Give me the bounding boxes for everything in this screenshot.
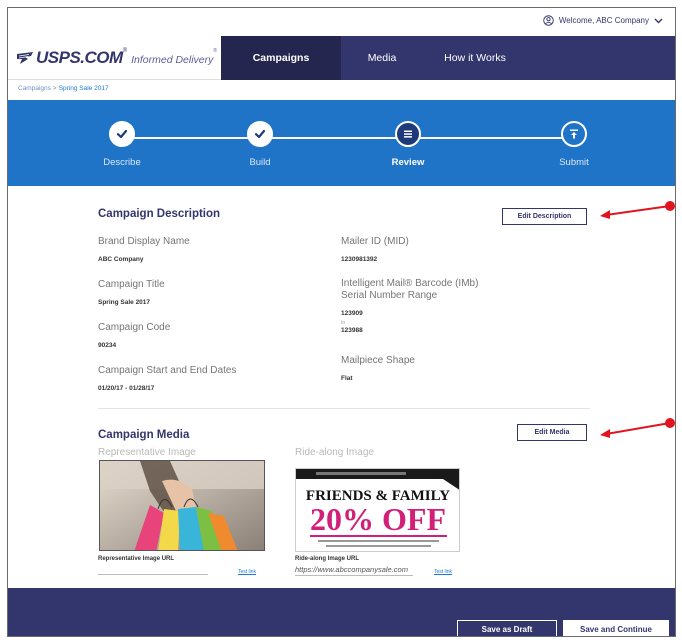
step-build-label: Build — [249, 157, 271, 168]
breadcrumb-separator: > — [52, 85, 57, 92]
nav-media[interactable]: Media — [341, 36, 423, 80]
upload-icon — [570, 129, 578, 139]
edit-description-button[interactable]: Edit Description — [502, 208, 587, 225]
ride-along-test-link[interactable]: Test link — [434, 569, 452, 575]
welcome-text: Welcome, ABC Company — [558, 16, 649, 25]
step-submit-label: Submit — [559, 157, 589, 168]
mailer-id-value: 1230981392 — [341, 256, 378, 263]
usps-logo[interactable]: USPS.COM ® Informed Delivery ® — [16, 48, 217, 68]
list-icon — [404, 130, 412, 138]
nav-campaigns[interactable]: Campaigns — [221, 36, 341, 80]
account-menu[interactable]: Welcome, ABC Company — [543, 15, 663, 26]
main-nav: Campaigns Media How it Works — [221, 36, 675, 80]
step-describe-label: Describe — [103, 157, 141, 168]
annotation-arrow-description — [600, 201, 675, 219]
ride-along-url-value[interactable]: https://www.abccompanysale.com — [295, 565, 408, 574]
step-review-circle — [395, 121, 421, 147]
stepper-line — [128, 137, 585, 139]
imb-to-value: 123988 — [341, 327, 363, 334]
representative-url-label: Representative Image URL — [98, 556, 175, 562]
check-icon — [116, 129, 128, 139]
ad-headline-2: 20% OFF — [310, 501, 446, 537]
imb-from-value: 123909 — [341, 310, 363, 317]
brand-name-value: ABC Company — [98, 256, 144, 263]
check-icon — [254, 129, 266, 139]
logo-reg: ® — [122, 48, 128, 54]
utility-bar: Welcome, ABC Company — [8, 8, 675, 36]
campaign-description-title: Campaign Description — [98, 208, 221, 220]
step-describe[interactable]: Describe — [82, 121, 162, 168]
campaign-title-label: Campaign Title — [98, 279, 165, 290]
breadcrumb-root[interactable]: Campaigns — [18, 85, 51, 92]
user-icon — [543, 15, 554, 26]
step-build-circle — [247, 121, 273, 147]
campaign-code-value: 90234 — [98, 342, 117, 349]
step-build[interactable]: Build — [220, 121, 300, 168]
campaign-dates-label: Campaign Start and End Dates — [98, 365, 237, 376]
representative-image-label: Representative Image — [98, 447, 196, 458]
campaign-code-label: Campaign Code — [98, 322, 171, 333]
logo-product: Informed Delivery — [131, 54, 214, 66]
annotation-arrow-media — [600, 418, 675, 438]
chevron-down-icon — [654, 18, 663, 23]
imb-label: Intelligent Mail® Barcode (IMb) — [341, 278, 479, 289]
imb-to-word: to — [341, 320, 346, 326]
representative-image — [99, 460, 265, 551]
mailpiece-shape-label: Mailpiece Shape — [341, 355, 415, 366]
step-review-label: Review — [391, 157, 425, 168]
breadcrumb: Campaigns > Spring Sale 2017 — [18, 85, 109, 92]
imb-range-label: Serial Number Range — [341, 290, 438, 301]
edit-media-button[interactable]: Edit Media — [517, 424, 587, 441]
save-as-draft-button[interactable]: Save as Draft — [457, 620, 557, 636]
step-review[interactable]: Review — [368, 121, 448, 168]
representative-url-field[interactable] — [98, 574, 208, 575]
campaign-media-title: Campaign Media — [98, 429, 190, 441]
app-frame: Welcome, ABC Company USPS.COM ® Informed … — [7, 7, 676, 637]
nav-how-it-works[interactable]: How it Works — [423, 36, 527, 80]
step-submit[interactable]: Submit — [534, 121, 614, 168]
friends-family-ad: FRIENDS & FAMILY 20% OFF — [296, 469, 459, 551]
shopping-bags-photo — [100, 461, 264, 550]
step-describe-circle — [109, 121, 135, 147]
breadcrumb-current[interactable]: Spring Sale 2017 — [59, 85, 109, 92]
brand-name-label: Brand Display Name — [98, 236, 190, 247]
save-and-continue-button[interactable]: Save and Continue — [563, 620, 669, 636]
campaign-title-value: Spring Sale 2017 — [98, 299, 151, 306]
ride-along-image-label: Ride-along Image — [295, 447, 374, 458]
ride-along-url-label: Ride-along Image URL — [295, 556, 360, 562]
section-divider — [98, 408, 590, 409]
footer-bar: Save as Draft Save and Continue — [8, 588, 675, 636]
eagle-logo-icon — [17, 52, 33, 64]
campaign-dates-value: 01/20/17 - 01/28/17 — [98, 385, 155, 392]
logo-product-reg: ® — [213, 48, 218, 54]
ride-along-url-underline — [295, 575, 413, 576]
representative-test-link[interactable]: Test link — [238, 569, 256, 575]
logo-brand: USPS.COM — [36, 48, 123, 67]
progress-stepper: Describe Build Review Submit — [8, 100, 675, 186]
step-submit-circle — [561, 121, 587, 147]
mailer-id-label: Mailer ID (MID) — [341, 236, 409, 247]
mailpiece-shape-value: Flat — [341, 375, 353, 382]
ride-along-image: FRIENDS & FAMILY 20% OFF — [295, 468, 460, 552]
main-header: USPS.COM ® Informed Delivery ® Campaigns M… — [8, 36, 675, 80]
